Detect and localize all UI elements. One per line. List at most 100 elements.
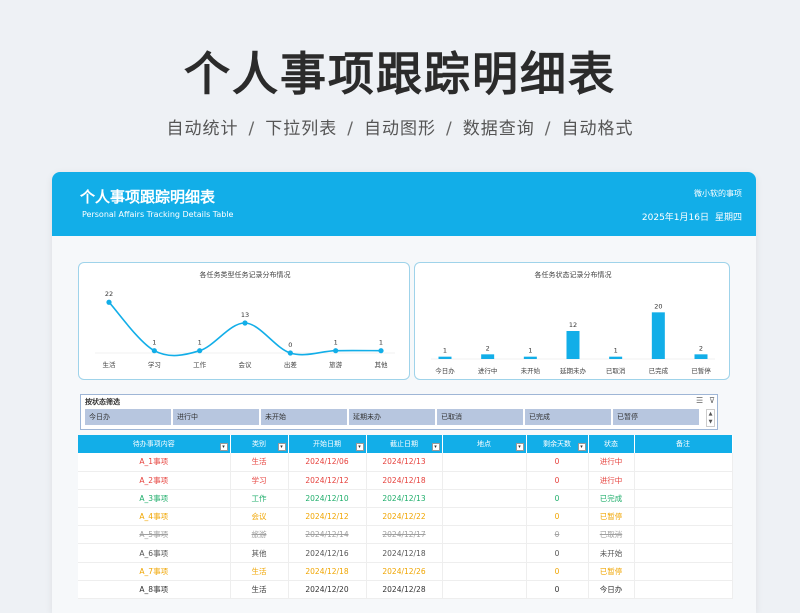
table-row[interactable]: A_4事项 会议 2024/12/12 2024/12/22 0 已暂停 (78, 507, 733, 527)
task-status-chart[interactable]: 各任务状态记录分布情况 1 2 1 12 1 20 2 今日办 进行中 未开始 延期未办 已取消 已完成已… (414, 262, 730, 380)
table-cell-end[interactable]: 2024/12/17 (366, 525, 443, 545)
table-cell-content[interactable]: A_3事项 (78, 489, 231, 509)
bar[interactable] (481, 354, 495, 359)
data-point[interactable] (106, 299, 112, 305)
table-cell-content[interactable]: A_8事项 (78, 580, 231, 600)
table-cell-place[interactable] (442, 471, 527, 490)
table-row[interactable]: A_7事项 生活 2024/12/18 2024/12/26 0 已暂停 (78, 562, 733, 581)
table-row[interactable]: A_3事项 工作 2024/12/10 2024/12/13 0 已完成 (78, 489, 733, 509)
bar[interactable] (651, 312, 665, 359)
table-cell-category[interactable]: 生活 (230, 562, 289, 581)
bar[interactable] (609, 356, 623, 359)
filter-dropdown-icon[interactable]: ▾ (577, 443, 586, 451)
filter-dropdown-icon[interactable]: ▾ (277, 443, 286, 451)
filter-option-button[interactable]: 已完成 (525, 409, 611, 425)
table-cell-days[interactable]: 0 (526, 543, 589, 563)
table-cell-end[interactable]: 2024/12/18 (366, 471, 443, 490)
table-cell-note[interactable] (634, 507, 733, 527)
table-cell-status[interactable]: 已取消 (588, 525, 635, 545)
filter-option-button[interactable]: 进行中 (173, 409, 259, 425)
table-cell-content[interactable]: A_5事项 (78, 525, 231, 545)
table-cell-note[interactable] (634, 489, 733, 509)
table-cell-end[interactable]: 2024/12/26 (366, 562, 443, 581)
table-cell-note[interactable] (634, 580, 733, 600)
bar[interactable] (694, 354, 708, 359)
table-cell-category[interactable]: 学习 (230, 471, 289, 490)
filter-dropdown-icon[interactable]: ▾ (431, 443, 440, 451)
table-cell-status[interactable]: 已暂停 (588, 562, 635, 581)
table-cell-start[interactable]: 2024/12/06 (288, 453, 367, 472)
table-cell-category[interactable]: 生活 (230, 453, 289, 472)
table-cell-category[interactable]: 工作 (230, 489, 289, 509)
table-cell-place[interactable] (442, 453, 527, 472)
table-cell-content[interactable]: A_2事项 (78, 471, 231, 490)
filter-scrollbar[interactable]: ▲ ▼ (706, 409, 715, 427)
table-cell-end[interactable]: 2024/12/18 (366, 543, 443, 563)
filter-dropdown-icon[interactable]: ▾ (355, 443, 364, 451)
table-cell-note[interactable] (634, 525, 733, 545)
clear-filter-icon[interactable]: ⊽ (709, 396, 715, 405)
bar[interactable] (438, 356, 452, 359)
table-row[interactable]: A_8事项 生活 2024/12/20 2024/12/28 0 今日办 (78, 580, 733, 600)
table-cell-status[interactable]: 进行中 (588, 453, 635, 472)
table-cell-content[interactable]: A_1事项 (78, 453, 231, 472)
filter-dropdown-icon[interactable]: ▾ (515, 443, 524, 451)
table-row[interactable]: A_1事项 生活 2024/12/06 2024/12/13 0 进行中 (78, 453, 733, 472)
table-cell-place[interactable] (442, 543, 527, 563)
table-cell-days[interactable]: 0 (526, 525, 589, 545)
table-cell-content[interactable]: A_6事项 (78, 543, 231, 563)
table-row[interactable]: A_6事项 其他 2024/12/16 2024/12/18 0 未开始 (78, 543, 733, 563)
table-cell-days[interactable]: 0 (526, 562, 589, 581)
table-cell-status[interactable]: 进行中 (588, 471, 635, 490)
filter-option-button[interactable]: 延期未办 (349, 409, 435, 425)
data-point[interactable] (242, 320, 248, 326)
table-cell-content[interactable]: A_7事项 (78, 562, 231, 581)
table-cell-note[interactable] (634, 562, 733, 581)
filter-option-button[interactable]: 今日办 (85, 409, 171, 425)
table-cell-category[interactable]: 旅游 (230, 525, 289, 545)
table-cell-place[interactable] (442, 525, 527, 545)
table-cell-category[interactable]: 生活 (230, 580, 289, 600)
table-row[interactable]: A_2事项 学习 2024/12/12 2024/12/18 0 进行中 (78, 471, 733, 490)
table-cell-start[interactable]: 2024/12/10 (288, 489, 367, 509)
bar[interactable] (523, 356, 537, 359)
table-cell-place[interactable] (442, 507, 527, 527)
filter-option-button[interactable]: 已暂停 (613, 409, 699, 425)
table-cell-content[interactable]: A_4事项 (78, 507, 231, 527)
bar[interactable] (566, 331, 580, 359)
table-cell-end[interactable]: 2024/12/13 (366, 453, 443, 472)
table-cell-note[interactable] (634, 471, 733, 490)
table-cell-start[interactable]: 2024/12/12 (288, 507, 367, 527)
table-cell-status[interactable]: 已暂停 (588, 507, 635, 527)
table-cell-start[interactable]: 2024/12/16 (288, 543, 367, 563)
table-cell-status[interactable]: 已完成 (588, 489, 635, 509)
table-cell-category[interactable]: 其他 (230, 543, 289, 563)
data-point[interactable] (333, 348, 339, 354)
table-row[interactable]: A_5事项 旅游 2024/12/14 2024/12/17 0 已取消 (78, 525, 733, 545)
status-filter-slicer[interactable]: 按状态筛选 ☰ ⊽ 今日办 进行中 未开始 延期未办 已取消 已完成 已暂停 ▲ ▼ (80, 394, 718, 430)
filter-dropdown-icon[interactable]: ▾ (219, 443, 228, 451)
table-cell-place[interactable] (442, 489, 527, 509)
table-cell-end[interactable]: 2024/12/28 (366, 580, 443, 600)
filter-option-button[interactable]: 已取消 (437, 409, 523, 425)
table-cell-days[interactable]: 0 (526, 453, 589, 472)
filter-option-button[interactable]: 未开始 (261, 409, 347, 425)
table-cell-start[interactable]: 2024/12/18 (288, 562, 367, 581)
table-cell-place[interactable] (442, 562, 527, 581)
table-cell-end[interactable]: 2024/12/22 (366, 507, 443, 527)
table-cell-note[interactable] (634, 543, 733, 563)
table-cell-status[interactable]: 今日办 (588, 580, 635, 600)
table-cell-start[interactable]: 2024/12/12 (288, 471, 367, 490)
table-cell-place[interactable] (442, 580, 527, 600)
table-cell-days[interactable]: 0 (526, 580, 589, 600)
table-cell-days[interactable]: 0 (526, 507, 589, 527)
data-point[interactable] (287, 350, 293, 356)
table-cell-note[interactable] (634, 453, 733, 472)
table-cell-days[interactable]: 0 (526, 489, 589, 509)
data-point[interactable] (197, 348, 203, 354)
table-cell-start[interactable]: 2024/12/20 (288, 580, 367, 600)
data-point[interactable] (378, 348, 384, 354)
multi-select-icon[interactable]: ☰ (696, 396, 703, 405)
table-cell-start[interactable]: 2024/12/14 (288, 525, 367, 545)
data-point[interactable] (151, 348, 157, 354)
